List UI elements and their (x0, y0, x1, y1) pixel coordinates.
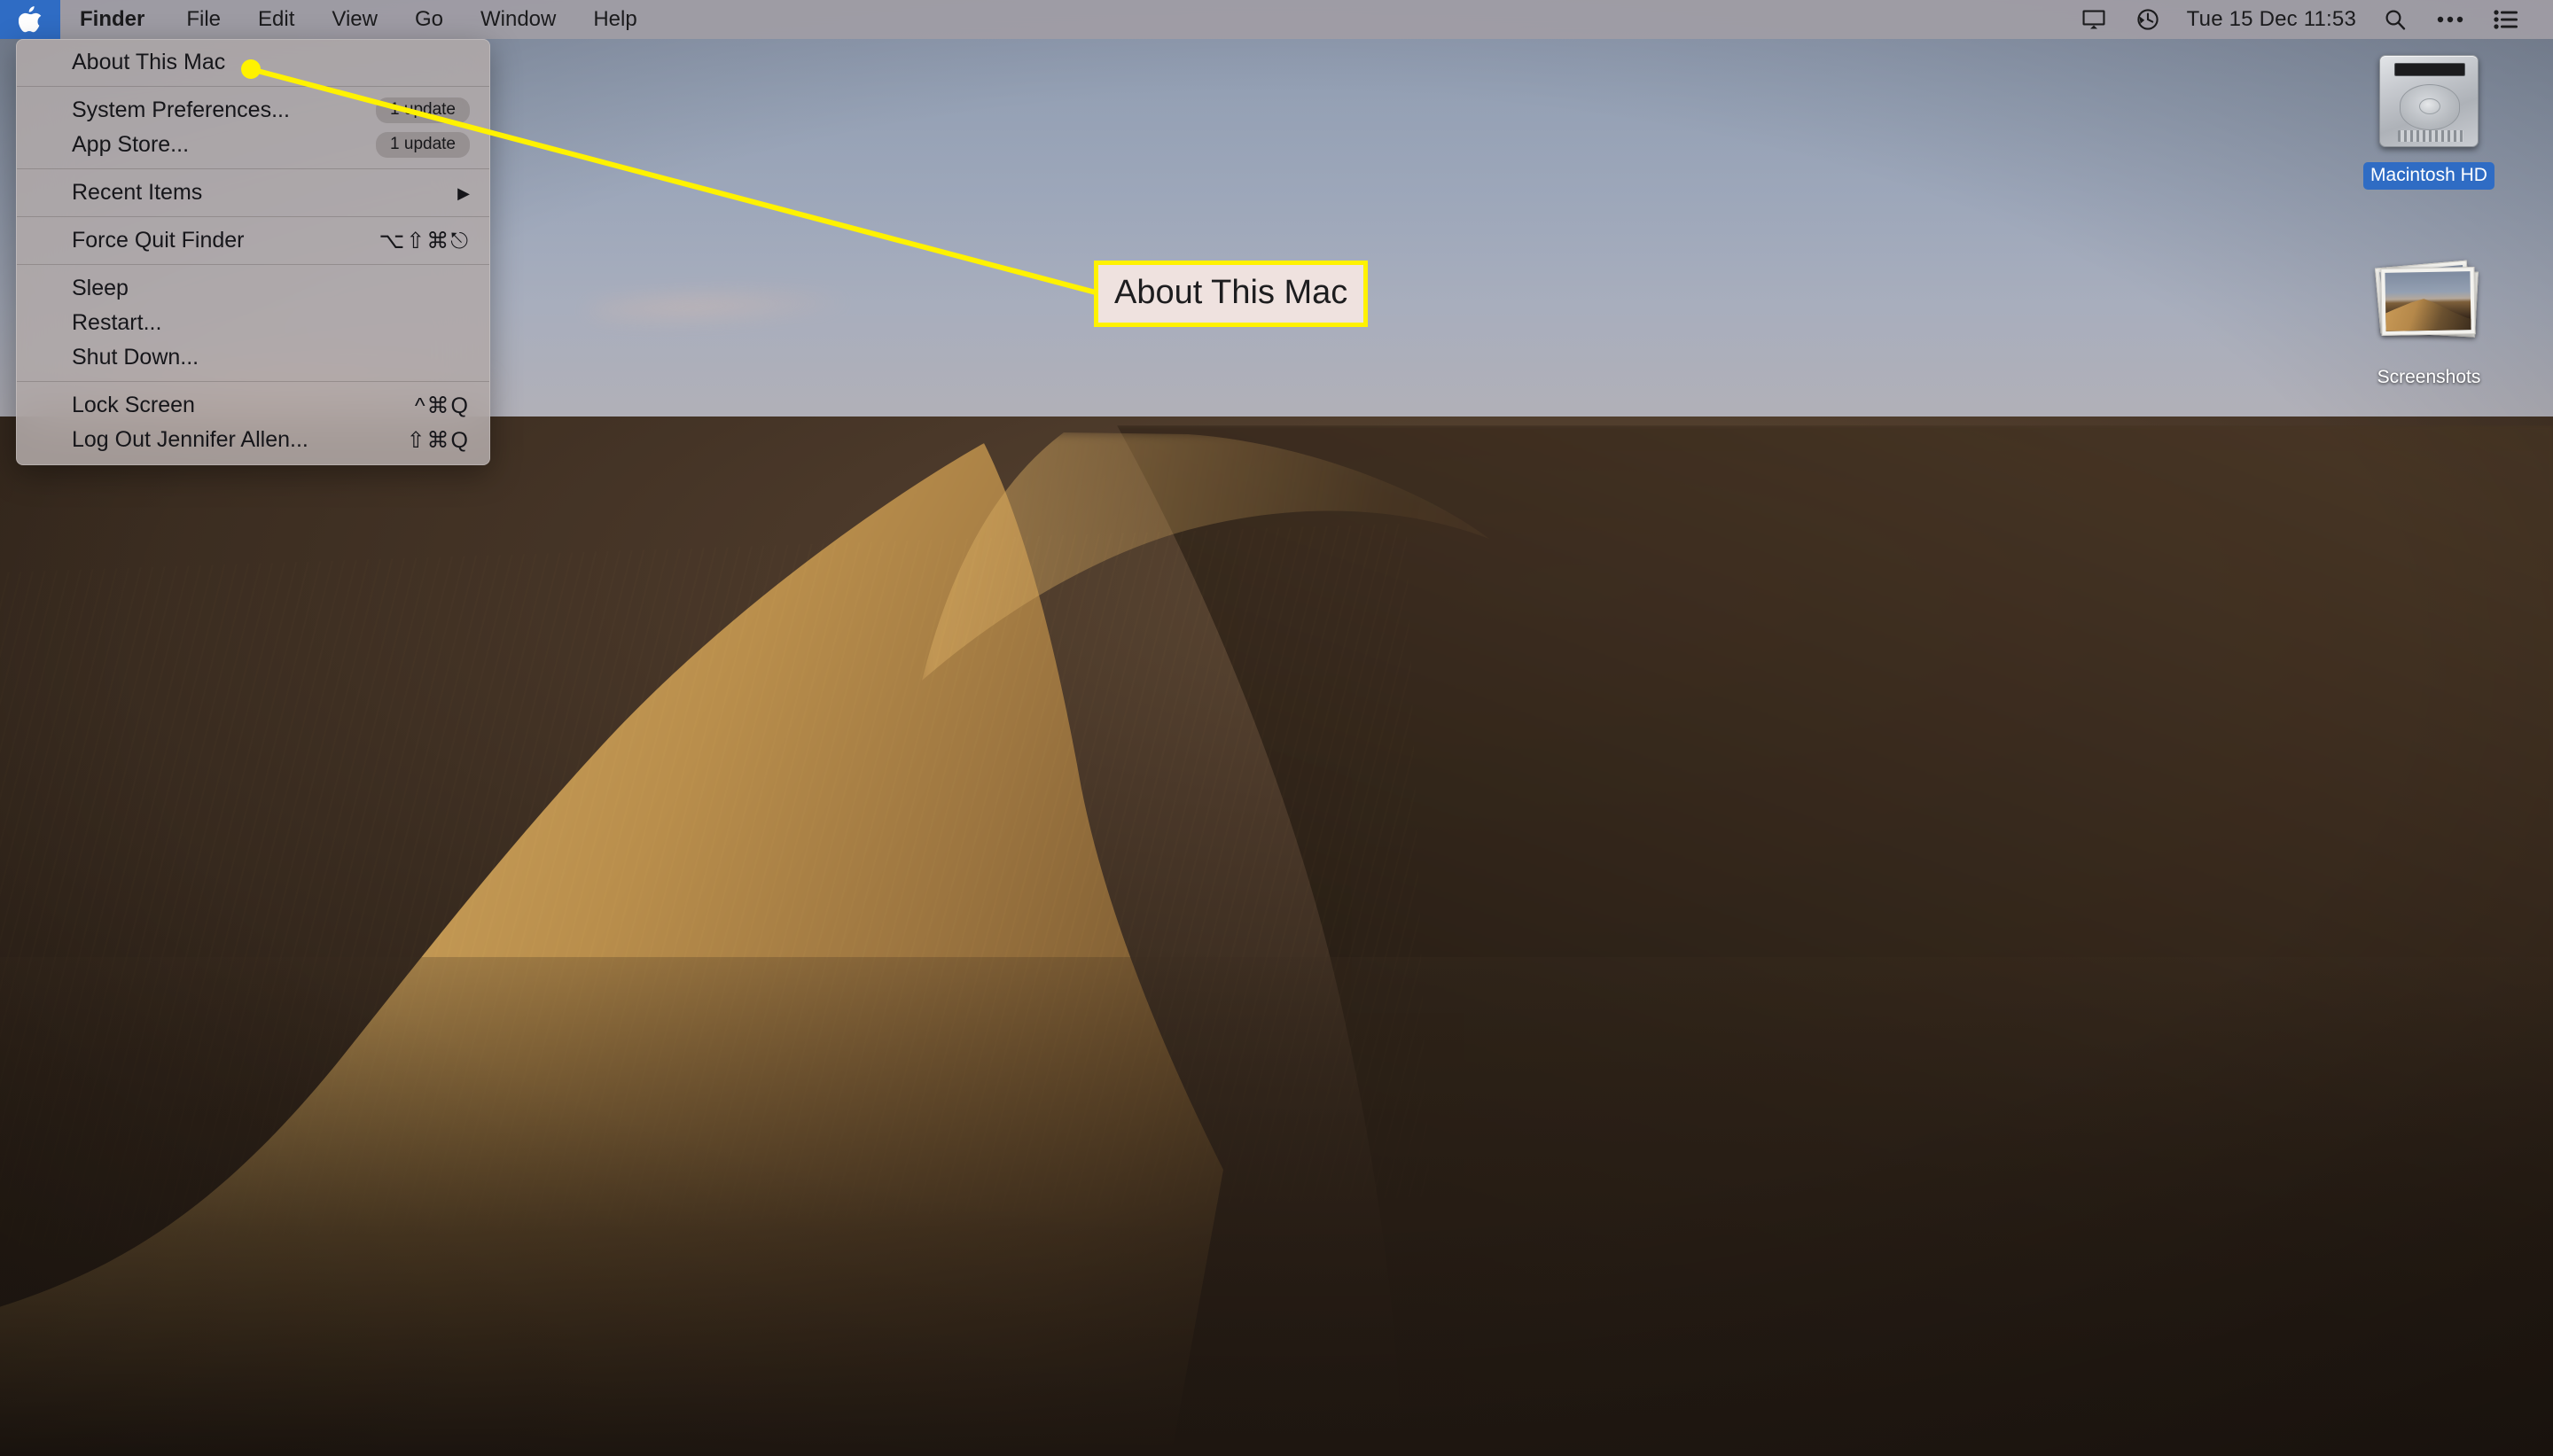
menu-edit[interactable]: Edit (239, 0, 313, 39)
control-center-icon[interactable] (2479, 0, 2533, 39)
menu-go[interactable]: Go (396, 0, 462, 39)
apple-menu-dropdown: About This Mac System Preferences... 1 u… (16, 39, 490, 465)
menu-item-lock-screen[interactable]: Lock Screen ^⌘Q (17, 388, 489, 423)
menu-item-restart[interactable]: Restart... (17, 306, 489, 340)
menu-item-label: Restart... (72, 310, 162, 335)
desktop-icon-macintosh-hd[interactable]: Macintosh HD (2340, 46, 2518, 191)
menu-item-label: Recent Items (72, 180, 203, 205)
menu-bar: Finder File Edit View Go Window Help Tue… (0, 0, 2553, 39)
menu-bar-clock[interactable]: Tue 15 Dec 11:53 (2174, 0, 2369, 39)
menu-item-sleep[interactable]: Sleep (17, 271, 489, 306)
menu-bar-status-area: Tue 15 Dec 11:53 (2066, 0, 2553, 39)
menu-item-shut-down[interactable]: Shut Down... (17, 340, 489, 375)
menu-item-force-quit-finder[interactable]: Force Quit Finder ⌥⇧⌘⎋ (17, 223, 489, 258)
display-mirroring-icon[interactable] (2066, 0, 2121, 39)
apple-menu-button[interactable] (0, 0, 60, 39)
menu-item-label: Lock Screen (72, 393, 195, 417)
menu-item-shortcut: ⌥⇧⌘⎋ (379, 228, 470, 253)
menu-item-app-store[interactable]: App Store... 1 update (17, 128, 489, 162)
menu-item-label: Shut Down... (72, 345, 199, 370)
search-icon[interactable] (2369, 0, 2422, 39)
apple-logo-icon (19, 6, 42, 33)
menu-item-system-preferences[interactable]: System Preferences... 1 update (17, 93, 489, 128)
menu-view[interactable]: View (313, 0, 396, 39)
hard-drive-icon (2372, 46, 2486, 156)
chevron-right-icon: ▶ (457, 183, 470, 202)
desktop-icon-label: Screenshots (2377, 367, 2481, 387)
menu-separator (17, 86, 489, 87)
menu-file[interactable]: File (168, 0, 239, 39)
menu-item-label: Sleep (72, 276, 129, 300)
menu-finder[interactable]: Finder (60, 0, 168, 39)
menu-item-shortcut: ^⌘Q (414, 393, 470, 418)
menu-item-shortcut: ⇧⌘Q (406, 427, 470, 453)
ellipsis-icon[interactable] (2422, 0, 2479, 39)
update-badge: 1 update (376, 132, 470, 158)
update-badge: 1 update (376, 97, 470, 123)
menu-item-label: System Preferences... (72, 97, 290, 122)
menu-item-about-this-mac[interactable]: About This Mac (17, 45, 489, 80)
menu-separator (17, 216, 489, 217)
menu-separator (17, 264, 489, 265)
menu-window[interactable]: Window (462, 0, 574, 39)
desktop-screen: Macintosh HD Screenshots Finder File Edi… (0, 0, 2553, 1456)
menu-item-recent-items[interactable]: Recent Items ▶ (17, 175, 489, 210)
menu-separator (17, 381, 489, 382)
menu-separator (17, 168, 489, 169)
desktop-icon-screenshots[interactable]: Screenshots (2340, 259, 2518, 392)
menu-item-label: Force Quit Finder (72, 228, 245, 253)
menu-item-log-out[interactable]: Log Out Jennifer Allen... ⇧⌘Q (17, 423, 489, 457)
photo-stack-icon (2372, 259, 2486, 358)
menu-item-label: App Store... (72, 132, 190, 157)
time-machine-icon[interactable] (2121, 0, 2174, 39)
menu-item-label: Log Out Jennifer Allen... (72, 427, 308, 452)
desktop-icon-label: Macintosh HD (2363, 162, 2494, 191)
menu-item-label: About This Mac (72, 50, 226, 74)
menu-help[interactable]: Help (574, 0, 655, 39)
